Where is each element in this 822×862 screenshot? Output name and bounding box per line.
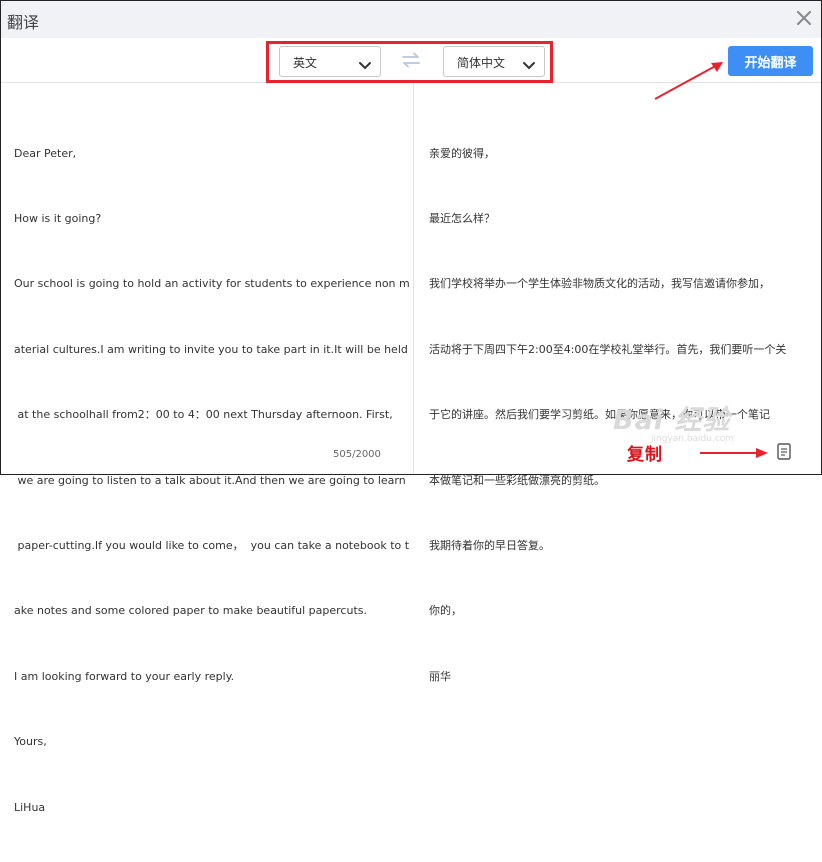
source-line: paper-cutting.If you would like to come，… xyxy=(14,538,410,552)
panel-divider xyxy=(413,83,414,474)
translation-line: 丽华 xyxy=(429,669,451,683)
target-language-select[interactable]: 简体中文 xyxy=(443,46,545,77)
translation-line: 你的， xyxy=(429,604,462,618)
source-line: aterial cultures.I am writing to invite … xyxy=(14,342,408,356)
source-line: How is it going? xyxy=(14,211,102,225)
source-text-area[interactable]: Dear Peter, How is it going? Our school … xyxy=(14,99,410,862)
swap-arrows-icon[interactable] xyxy=(401,52,421,72)
source-line: ake notes and some colored paper to make… xyxy=(14,604,367,618)
watermark-url: jingyan.baidu.com xyxy=(651,434,735,444)
source-line: Yours, xyxy=(14,735,47,749)
start-translate-button[interactable]: 开始翻译 xyxy=(728,46,813,76)
translation-line: 本做笔记和一些彩纸做漂亮的剪纸。 xyxy=(429,473,605,487)
chevron-down-icon xyxy=(522,56,536,75)
translation-line: 我期待着你的早日答复。 xyxy=(429,538,550,552)
copy-annotation-label: 复制 xyxy=(627,445,663,465)
close-icon[interactable] xyxy=(793,7,815,29)
source-line: at the schoolhall from2：00 to 4：00 next … xyxy=(14,408,393,422)
source-line: Our school is going to hold an activity … xyxy=(14,277,410,291)
source-language-select[interactable]: 英文 xyxy=(279,46,381,77)
copy-icon[interactable] xyxy=(775,442,793,466)
translation-line: 活动将于下周四下午2:00至4:00在学校礼堂举行。首先，我们要听一个关 xyxy=(429,342,787,356)
source-line: LiHua xyxy=(14,800,46,814)
character-count: 505/2000 xyxy=(333,449,381,460)
translation-line: 我们学校将举办一个学生体验非物质文化的活动，我写信邀请你参加， xyxy=(429,277,770,291)
watermark-logo: Bai 经验 xyxy=(613,405,731,436)
source-line: Dear Peter, xyxy=(14,146,77,160)
translation-line: 最近怎么样？ xyxy=(429,211,495,225)
chevron-down-icon xyxy=(358,56,372,75)
source-line: we are going to listen to a talk about i… xyxy=(14,473,406,487)
translation-line: 亲爱的彼得， xyxy=(429,146,495,160)
annotation-arrow xyxy=(698,445,770,464)
title-bar: 翻译 xyxy=(1,1,821,38)
translate-dialog: 翻译 英文 简体中文 开始翻译 Dear Peter, How is it go… xyxy=(0,0,822,814)
dialog-title: 翻译 xyxy=(7,13,40,32)
source-line: I am looking forward to your early reply… xyxy=(14,669,235,683)
source-language-value: 英文 xyxy=(293,56,318,70)
target-language-value: 简体中文 xyxy=(457,56,506,70)
